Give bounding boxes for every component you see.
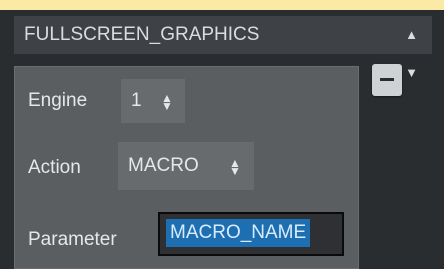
- preset-select[interactable]: FULLSCREEN_GRAPHICS ▲ ▼: [14, 16, 432, 80]
- minus-icon: [380, 78, 394, 81]
- engine-label: Engine: [28, 90, 88, 111]
- up-down-chevrons-icon: ▲ ▼: [161, 91, 173, 113]
- parameter-label: Parameter: [28, 229, 117, 250]
- app-window: FULLSCREEN_GRAPHICS ▲ ▼ Engine 1 ▲ ▼ Actio…: [0, 0, 444, 269]
- engine-select[interactable]: 1 ▲ ▼: [121, 79, 185, 123]
- up-down-chevrons-icon: ▲ ▼: [229, 156, 241, 178]
- action-select[interactable]: MACRO ▲ ▼: [118, 142, 254, 190]
- action-select-value: MACRO: [128, 155, 199, 176]
- up-down-chevrons-icon: ▲ ▼: [405, 27, 418, 80]
- remove-button[interactable]: [372, 64, 402, 96]
- parameter-input[interactable]: MACRO_NAME: [158, 212, 344, 256]
- top-accent-bar: [0, 0, 444, 10]
- action-label: Action: [28, 157, 81, 178]
- preset-select-value: FULLSCREEN_GRAPHICS: [24, 24, 260, 45]
- parameter-input-value: MACRO_NAME: [166, 219, 311, 247]
- engine-select-value: 1: [131, 90, 142, 111]
